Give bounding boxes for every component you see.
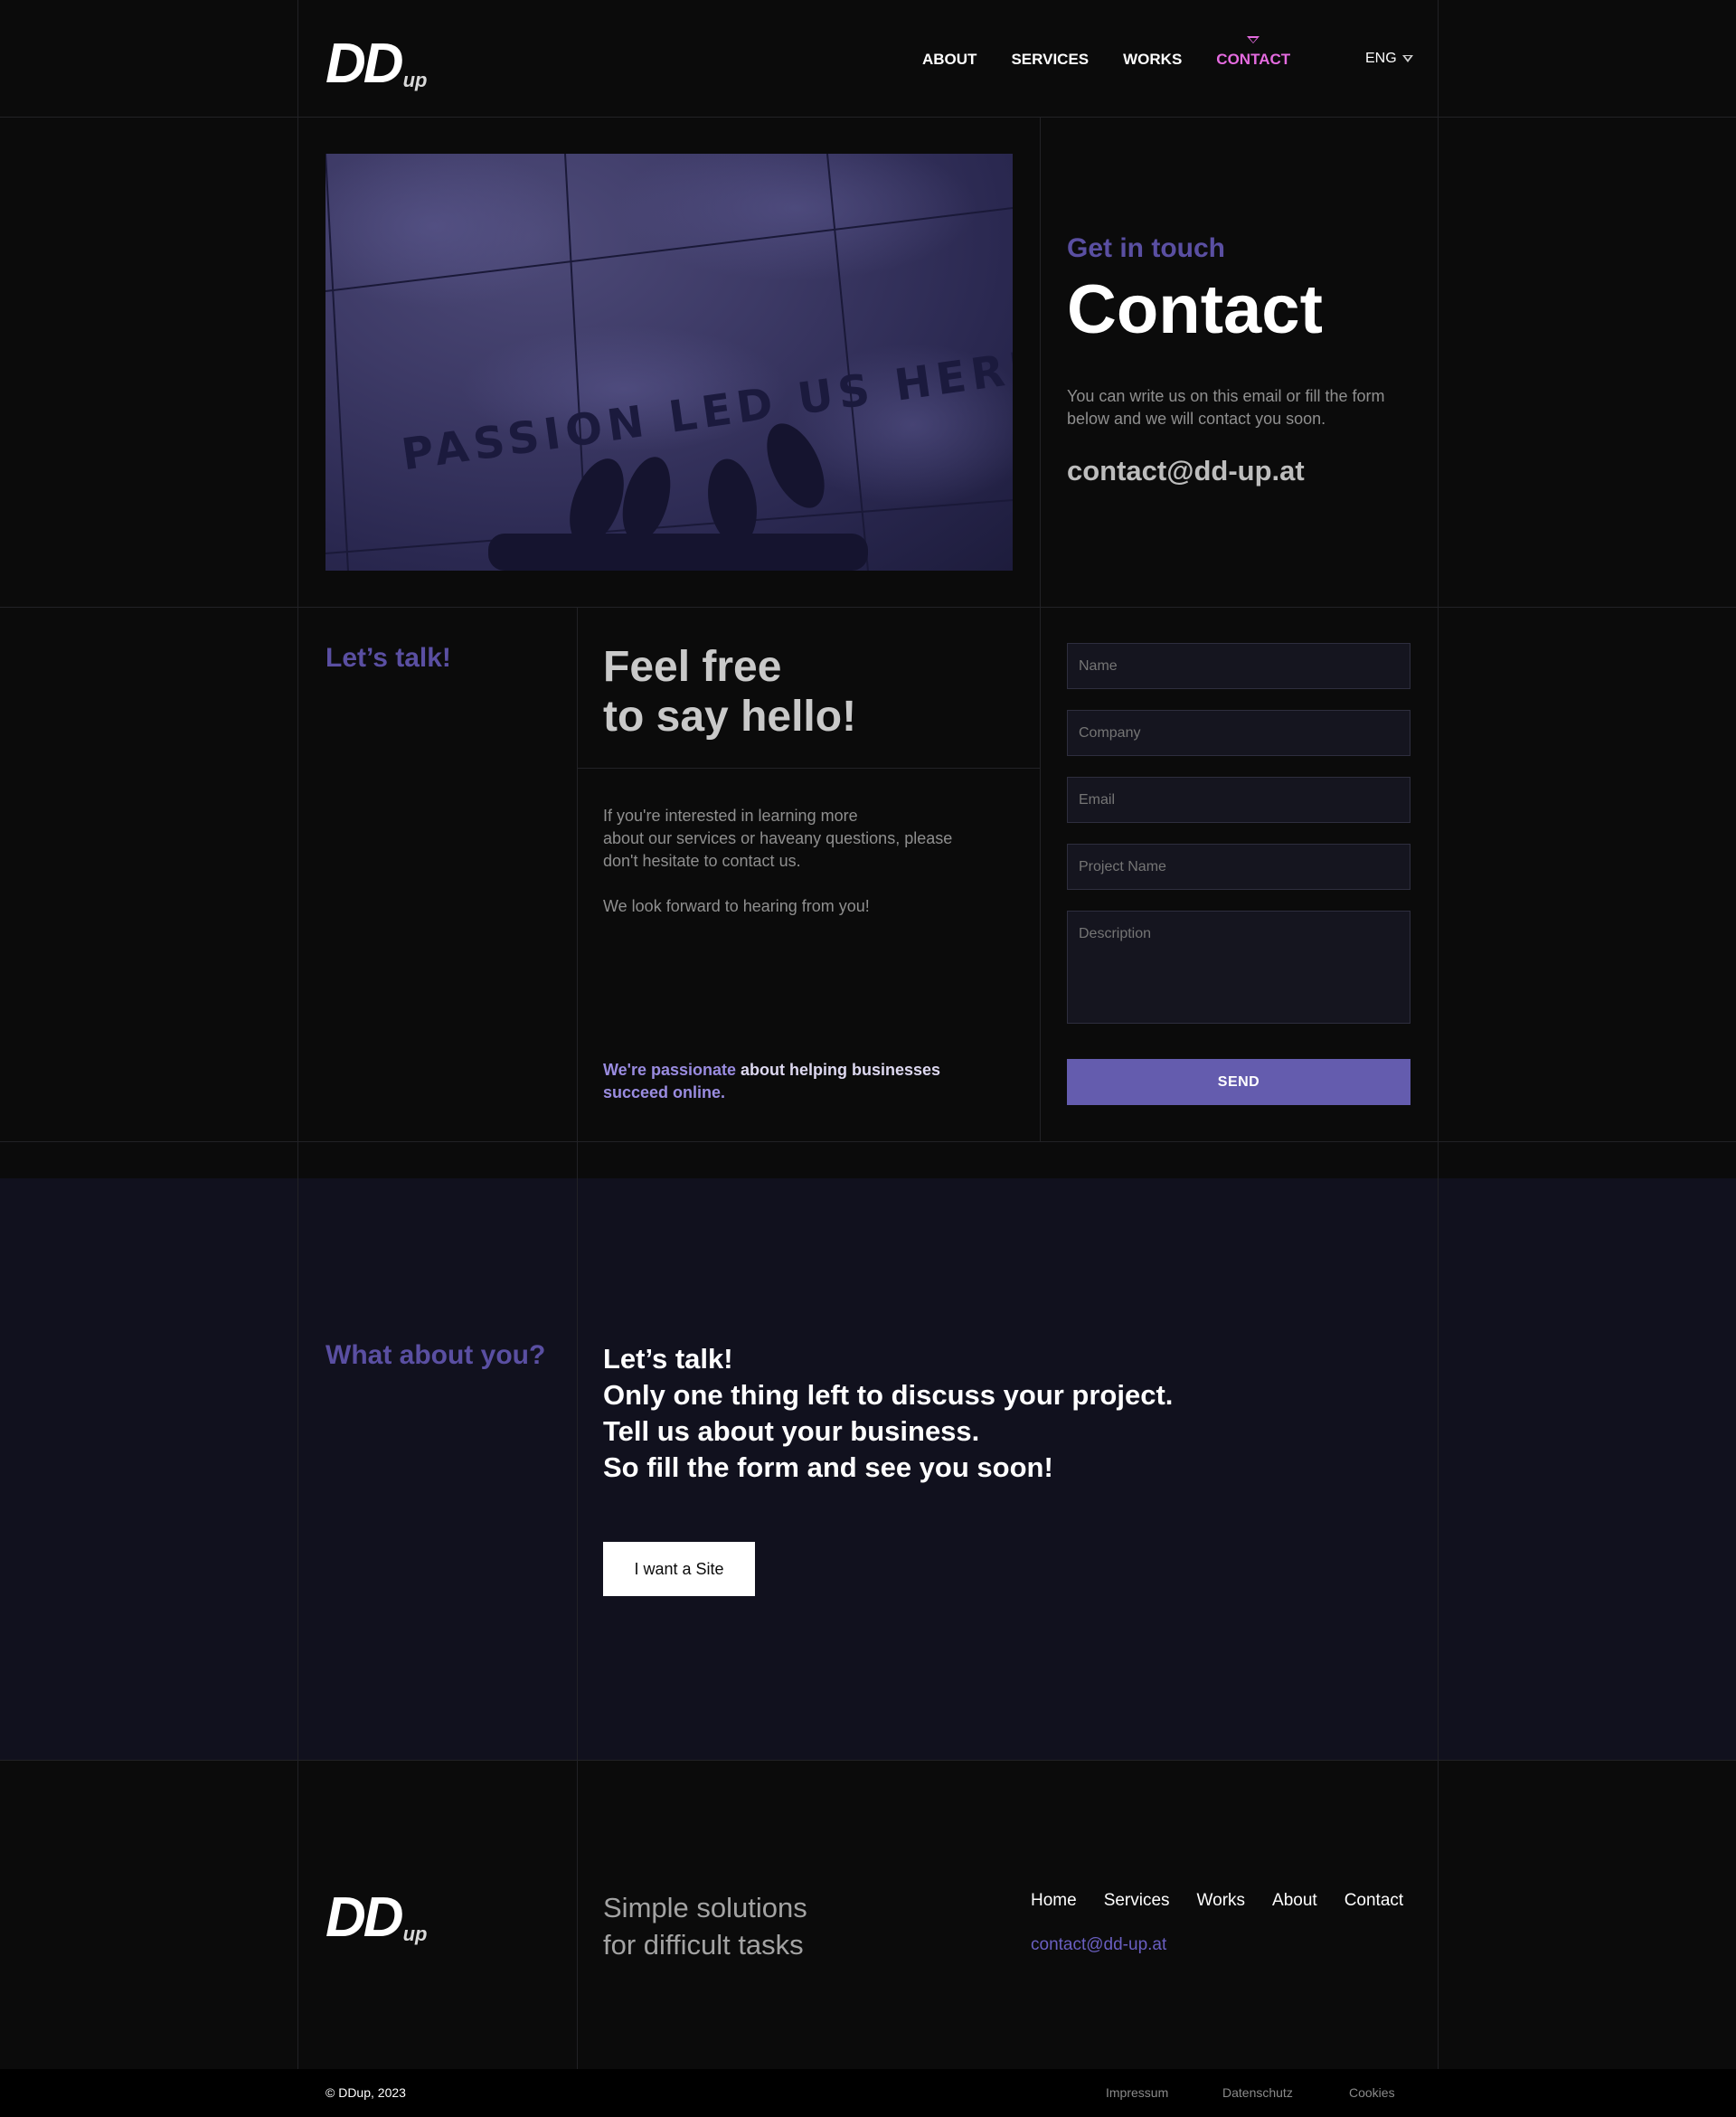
hero-email-link[interactable]: contact@dd-up.at: [1067, 455, 1305, 487]
page-title: Contact: [1067, 271, 1323, 348]
divider: [0, 607, 1736, 608]
site-header: DD up ABOUT SERVICES WORKS CONTACT ENG: [0, 0, 1736, 117]
talk-para-line1: If you're interested in learning more: [603, 807, 858, 825]
email-input[interactable]: [1067, 777, 1410, 823]
nav-works[interactable]: WORKS: [1123, 51, 1182, 69]
talk-headline-line1: Feel free: [603, 643, 782, 691]
description-input[interactable]: [1067, 911, 1410, 1024]
copyright: © DDup, 2023: [326, 2085, 406, 2100]
footer-bottom-bar: [0, 2069, 1736, 2117]
company-input[interactable]: [1067, 710, 1410, 756]
passion-highlight: We're passionate: [603, 1061, 737, 1079]
footer-link-contact[interactable]: Contact: [1344, 1891, 1403, 1911]
footer-logo[interactable]: DD up: [326, 1890, 427, 1946]
logo[interactable]: DD up: [326, 36, 427, 92]
footer-link-about[interactable]: About: [1272, 1891, 1317, 1911]
footer-link-services[interactable]: Services: [1104, 1891, 1170, 1911]
nav-contact[interactable]: CONTACT: [1216, 36, 1290, 69]
tagline-line2: for difficult tasks: [603, 1929, 804, 1961]
passion-statement: We're passionate about helping businesse…: [603, 1059, 983, 1104]
footer-tagline: Simple solutions for difficult tasks: [603, 1889, 807, 1963]
send-button[interactable]: SEND: [1067, 1059, 1410, 1105]
footer-email-link[interactable]: contact@dd-up.at: [1031, 1935, 1166, 1955]
divider: [577, 768, 1040, 769]
logo-mark: DD: [326, 33, 404, 95]
talk-para-line3: don't hesitate to contact us.: [603, 852, 801, 870]
footer-link-home[interactable]: Home: [1031, 1891, 1077, 1911]
want-site-button[interactable]: I want a Site: [603, 1542, 755, 1596]
talk-paragraph: If you're interested in learning more ab…: [603, 805, 1001, 918]
talk-eyebrow: Let’s talk!: [326, 643, 451, 673]
language-switcher[interactable]: ENG: [1365, 51, 1413, 67]
about-you-line1: Let’s talk!: [603, 1343, 733, 1375]
project-name-input[interactable]: [1067, 844, 1410, 890]
nav-services[interactable]: SERVICES: [1011, 51, 1089, 69]
about-you-line3: Tell us about your business.: [603, 1415, 980, 1447]
grid-line: [1040, 117, 1041, 1141]
passion-highlight-2: succeed online.: [603, 1083, 726, 1101]
logo-sub: up: [402, 69, 428, 91]
footer-link-works[interactable]: Works: [1197, 1891, 1245, 1911]
legal-link-datenschutz[interactable]: Datenschutz: [1222, 2085, 1293, 2100]
about-you-line4: So fill the form and see you soon!: [603, 1451, 1053, 1483]
hero-description: You can write us on this email or fill t…: [1067, 387, 1385, 428]
divider: [0, 1141, 1736, 1142]
talk-para-line2: about our services or haveany questions,…: [603, 829, 953, 847]
talk-headline-line2: to say hello!: [603, 693, 857, 741]
hero-image-graphic: PASSION LED US HERE: [326, 154, 1013, 571]
legal-link-impressum[interactable]: Impressum: [1106, 2085, 1168, 2100]
name-input[interactable]: [1067, 643, 1410, 689]
legal-link-cookies[interactable]: Cookies: [1349, 2085, 1395, 2100]
passion-text: about helping businesses: [736, 1061, 941, 1079]
divider: [0, 1760, 1736, 1761]
main-nav: ABOUT SERVICES WORKS CONTACT: [922, 36, 1290, 69]
hero-image: PASSION LED US HERE: [326, 154, 1013, 571]
talk-headline: Feel free to say hello!: [603, 642, 856, 742]
hero-eyebrow: Get in touch: [1067, 233, 1225, 263]
footer-logo-mark: DD: [326, 1886, 404, 1949]
about-you-message: Let’s talk! Only one thing left to discu…: [603, 1341, 1173, 1486]
divider: [0, 117, 1736, 118]
talk-para-closing: We look forward to hearing from you!: [603, 897, 870, 915]
chevron-down-icon: [1401, 55, 1413, 62]
tagline-line1: Simple solutions: [603, 1892, 807, 1923]
language-label: ENG: [1365, 51, 1397, 66]
grid-line: [1438, 1178, 1439, 1760]
footer-nav: Home Services Works About Contact: [1031, 1891, 1403, 1911]
about-you-eyebrow: What about you?: [326, 1340, 546, 1370]
grid-line: [577, 1178, 578, 1760]
footer-logo-sub: up: [402, 1923, 428, 1945]
nav-about[interactable]: ABOUT: [922, 51, 976, 69]
about-you-line2: Only one thing left to discuss your proj…: [603, 1379, 1174, 1411]
grid-line: [297, 1178, 298, 1760]
